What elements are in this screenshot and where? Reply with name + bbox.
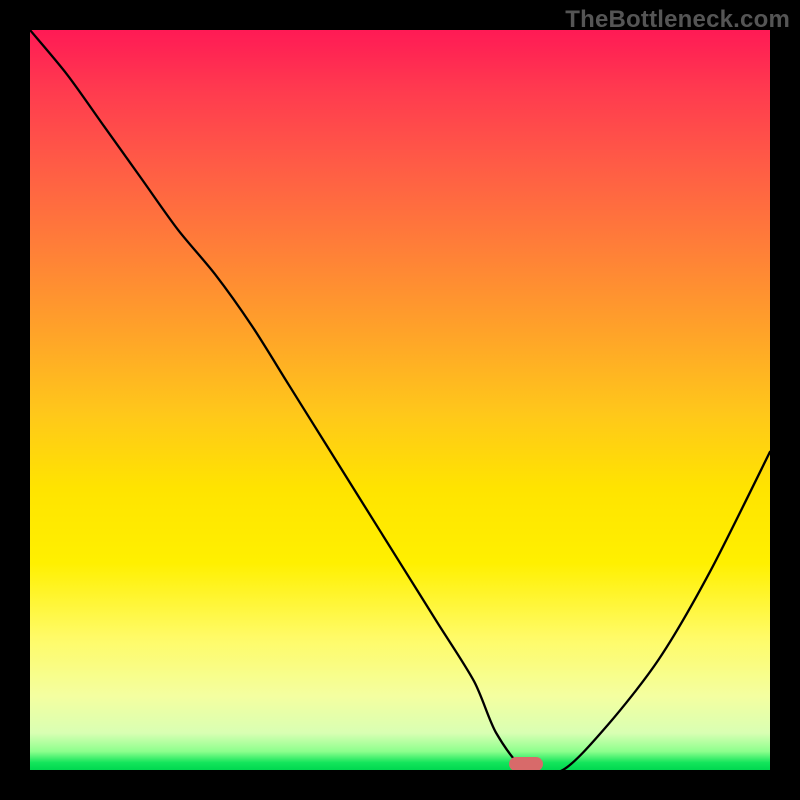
bottleneck-curve-path xyxy=(30,30,770,770)
optimal-marker xyxy=(509,757,543,770)
curve-svg xyxy=(30,30,770,770)
plot-area xyxy=(30,30,770,770)
bottleneck-chart: TheBottleneck.com xyxy=(0,0,800,800)
watermark-text: TheBottleneck.com xyxy=(565,6,790,34)
